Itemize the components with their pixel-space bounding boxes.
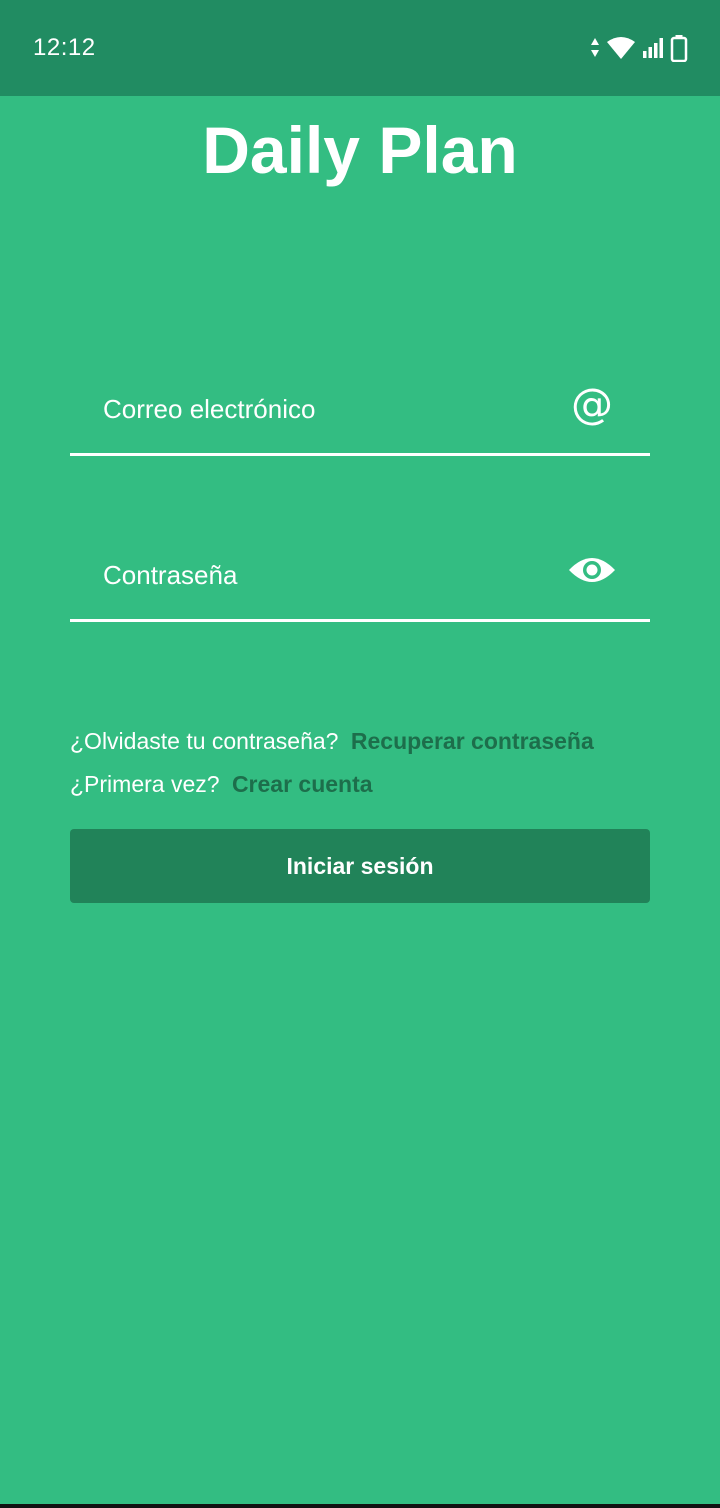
recover-password-link[interactable]: Recuperar contraseña: [351, 728, 594, 754]
app-title: Daily Plan: [202, 113, 518, 187]
first-time-row: ¿Primera vez? Crear cuenta: [70, 771, 373, 798]
forgot-password-row: ¿Olvidaste tu contraseña? Recuperar cont…: [70, 728, 594, 755]
bottom-edge: [0, 1504, 720, 1508]
status-icons: [590, 34, 688, 62]
email-field[interactable]: [70, 366, 560, 452]
email-field-underline: [70, 453, 650, 456]
login-screen: 12:12 Daily Plan Correo electrónico @ ¿O…: [0, 0, 720, 1508]
status-time: 12:12: [33, 34, 96, 61]
data-arrows-icon: [590, 36, 600, 60]
password-field-container: [70, 532, 650, 622]
forgot-password-prompt: ¿Olvidaste tu contraseña?: [70, 728, 339, 754]
signal-icon: [642, 37, 664, 59]
status-bar: 12:12: [0, 0, 720, 96]
password-field[interactable]: [70, 532, 560, 618]
password-field-underline: [70, 619, 650, 622]
login-button[interactable]: Iniciar sesión: [70, 829, 650, 903]
eye-icon[interactable]: [568, 546, 616, 594]
first-time-prompt: ¿Primera vez?: [70, 771, 220, 797]
battery-icon: [670, 34, 688, 62]
create-account-link[interactable]: Crear cuenta: [232, 771, 373, 797]
email-field-container: @: [70, 366, 650, 456]
wifi-icon: [606, 36, 636, 60]
at-sign-icon: @: [571, 379, 613, 428]
